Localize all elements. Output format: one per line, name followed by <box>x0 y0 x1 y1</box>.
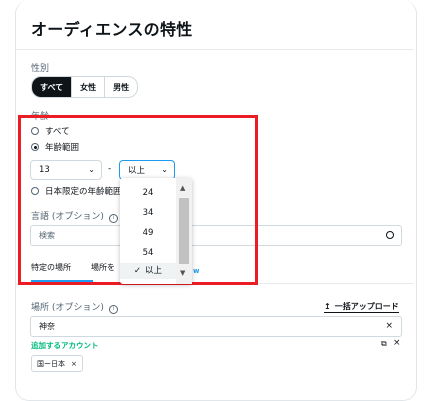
page-title: オーディエンスの特性 <box>31 20 193 39</box>
age-to-dropdown-menu: 24 34 49 54 ✓ 以上 ▲ ▼ <box>120 178 192 284</box>
bulk-upload-label: 一括アップロード <box>334 302 399 311</box>
info-icon[interactable]: i <box>108 305 118 314</box>
close-icon[interactable]: × <box>393 338 401 348</box>
gender-option-male[interactable]: 男性 <box>105 77 137 97</box>
bulk-upload-link[interactable]: ↥ 一括アップロード <box>324 301 399 313</box>
upload-icon: ↥ <box>324 302 331 311</box>
dropdown-option[interactable]: 34 <box>120 208 176 218</box>
clear-icon[interactable]: × <box>385 321 393 331</box>
location-chip-label: 国ー日本 <box>37 359 65 368</box>
check-icon: ✓ <box>133 266 142 276</box>
location-chip: 国ー日本 × <box>31 355 83 372</box>
added-accounts-label: 追加するアカウント <box>31 341 99 350</box>
scroll-up-icon[interactable]: ▲ <box>180 184 185 192</box>
dropdown-option[interactable]: 24 <box>120 188 176 198</box>
chip-remove-icon[interactable]: × <box>71 360 77 368</box>
location-label: 場所 (オプション) i <box>31 300 118 314</box>
title-divider <box>16 49 414 50</box>
location-input[interactable]: 神奈 × <box>30 316 402 337</box>
dropdown-option-selected[interactable]: ✓ 以上 <box>120 263 176 279</box>
search-icon <box>386 231 394 239</box>
gender-label: 性別 <box>31 64 50 74</box>
dropdown-option[interactable]: 49 <box>120 228 176 238</box>
dropdown-option-selected-label: 以上 <box>145 266 163 276</box>
location-label-text: 場所 (オプション) <box>31 303 104 313</box>
copy-icon[interactable]: ⧉ <box>381 339 387 349</box>
location-input-value: 神奈 <box>39 322 55 331</box>
gender-option-all[interactable]: すべて <box>32 77 73 97</box>
dropdown-option[interactable]: 54 <box>120 248 176 258</box>
dropdown-scrollbar[interactable]: ▲ ▼ <box>176 178 192 284</box>
scroll-down-icon[interactable]: ▼ <box>180 269 185 277</box>
scrollbar-thumb[interactable] <box>179 198 189 264</box>
gender-option-female[interactable]: 女性 <box>72 77 106 97</box>
gender-segmented-control: すべて 女性 男性 <box>31 76 139 98</box>
